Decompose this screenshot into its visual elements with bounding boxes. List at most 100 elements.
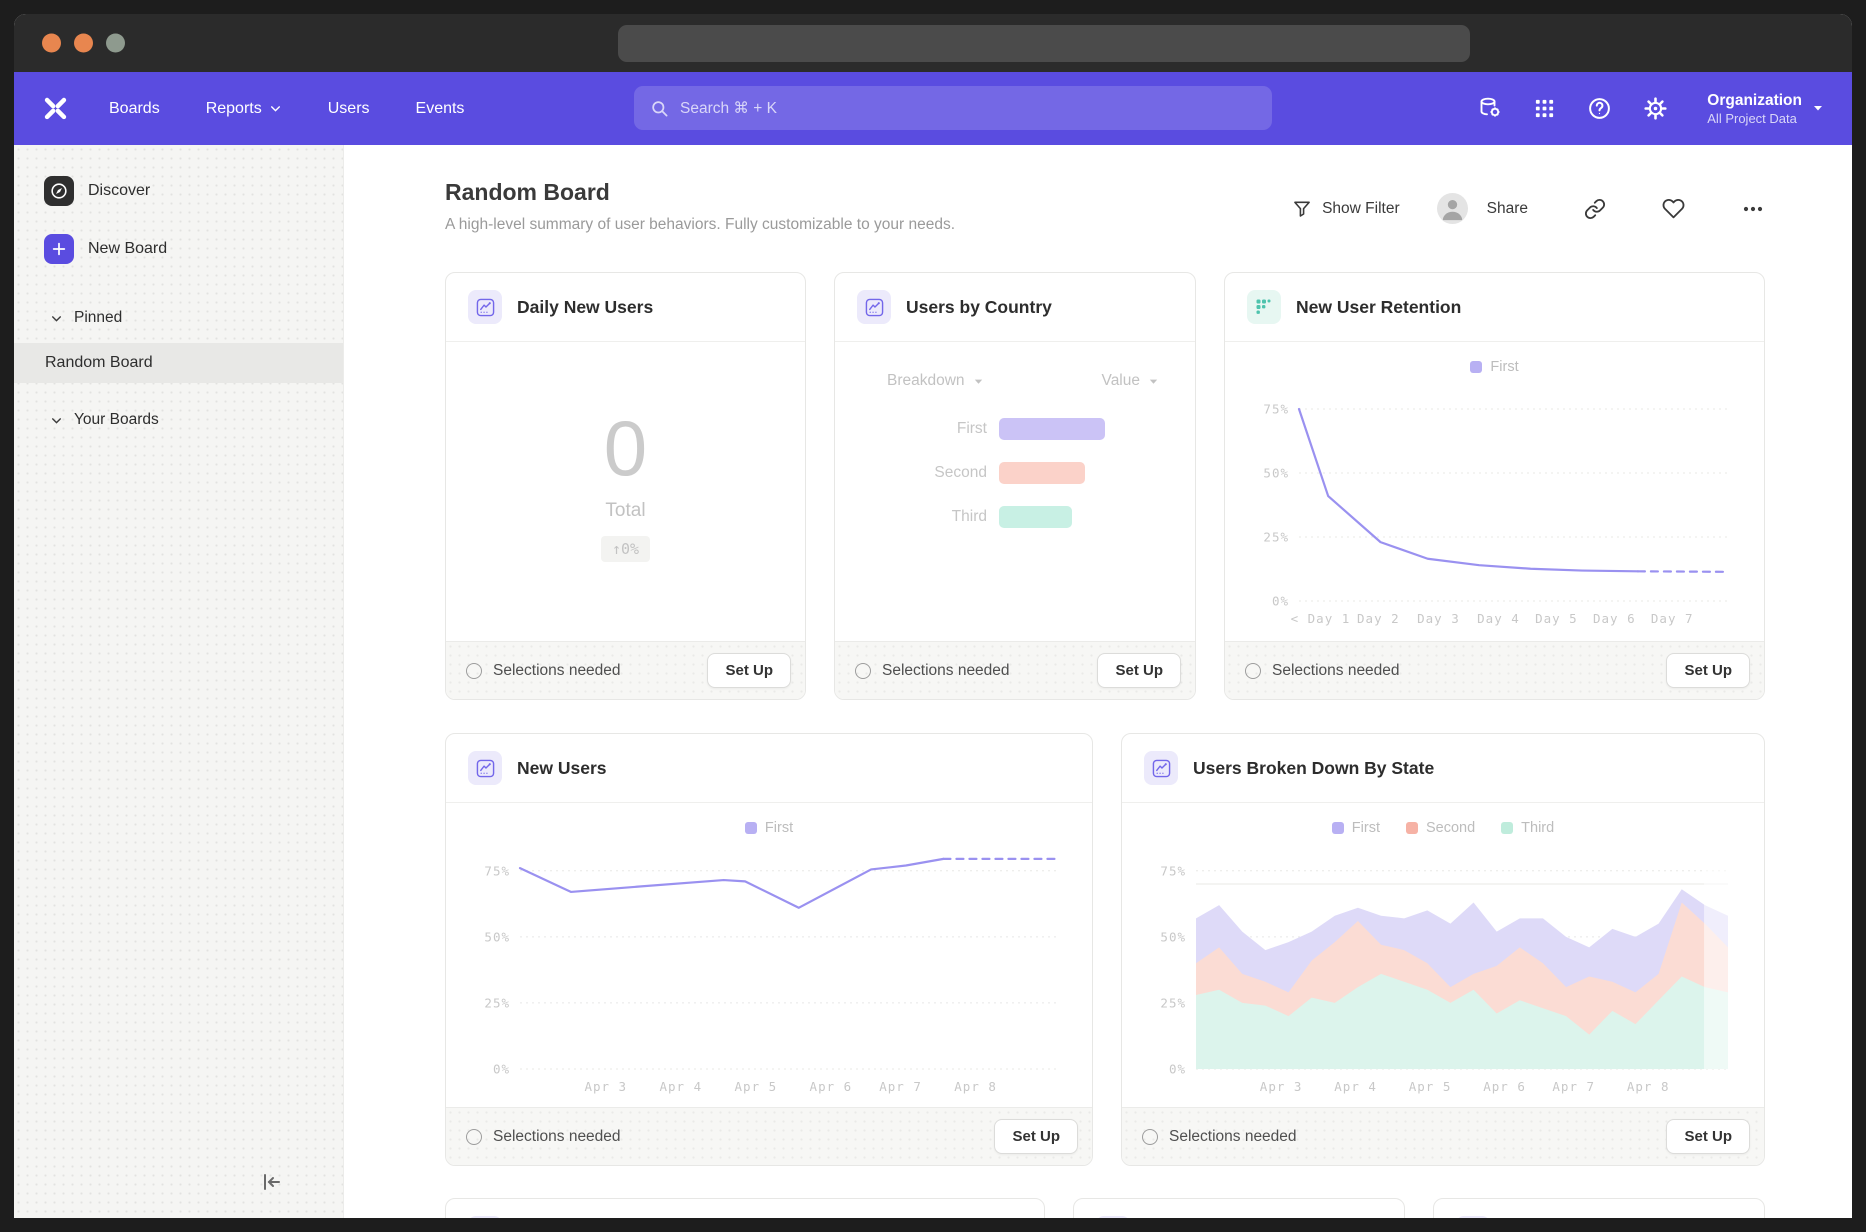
status-circle-icon <box>1142 1129 1158 1145</box>
card-stacked-line-graph: Stacked Line Graph <box>445 1198 1045 1218</box>
nav-item-users[interactable]: Users <box>328 100 370 118</box>
svg-text:Day 2: Day 2 <box>1357 611 1400 626</box>
status-circle-icon <box>466 663 482 679</box>
nav-item-events[interactable]: Events <box>416 100 465 118</box>
help-icon[interactable] <box>1587 96 1612 121</box>
browser-window: Boards Reports Users Events Search ⌘ + K <box>14 14 1852 1218</box>
minimize-window-button[interactable] <box>74 34 93 53</box>
share-button[interactable]: Share <box>1487 200 1528 218</box>
card-title: New Users <box>517 758 607 779</box>
svg-text:Apr 8: Apr 8 <box>954 1079 997 1094</box>
line-chart-icon <box>1096 1216 1130 1218</box>
apps-grid-icon[interactable] <box>1533 97 1556 120</box>
card-title: New User Retention <box>1296 297 1461 318</box>
chevron-down-icon <box>269 102 282 115</box>
plus-icon <box>44 234 74 264</box>
svg-text:Apr 7: Apr 7 <box>1552 1079 1595 1094</box>
retention-line-chart: 75%50%25%0%< Day 1Day 2Day 3Day 4Day 5Da… <box>1247 376 1742 631</box>
nav-item-reports[interactable]: Reports <box>206 100 282 118</box>
card-status: Selections needed <box>466 1128 621 1146</box>
svg-text:75%: 75% <box>1263 402 1289 417</box>
sidebar-item-new-board[interactable]: New Board <box>14 225 343 273</box>
set-up-button[interactable]: Set Up <box>1666 653 1750 688</box>
sidebar-item-discover[interactable]: Discover <box>14 167 343 215</box>
set-up-button[interactable]: Set Up <box>1097 653 1181 688</box>
window-titlebar <box>14 14 1852 72</box>
data-management-icon[interactable] <box>1478 96 1502 120</box>
search-input[interactable]: Search ⌘ + K <box>634 86 1272 130</box>
value-dropdown[interactable]: Value <box>1102 372 1160 390</box>
funnel-icon <box>1292 199 1312 219</box>
svg-text:Apr 4: Apr 4 <box>659 1079 702 1094</box>
svg-text:Day 7: Day 7 <box>1651 611 1694 626</box>
card-status: Selections needed <box>1245 662 1400 680</box>
sidebar-item-label: New Board <box>88 240 167 258</box>
settings-gear-icon[interactable] <box>1643 96 1668 121</box>
card-status: Selections needed <box>1142 1128 1297 1146</box>
top-navbar: Boards Reports Users Events Search ⌘ + K <box>14 72 1852 145</box>
more-options-icon[interactable] <box>1741 197 1765 221</box>
sidebar-section-pinned[interactable]: Pinned <box>14 299 343 337</box>
set-up-button[interactable]: Set Up <box>707 653 791 688</box>
nav-right-actions: Organization All Project Data <box>1478 91 1824 127</box>
favorite-heart-icon[interactable] <box>1662 197 1685 220</box>
card-title: Users by Country <box>906 297 1052 318</box>
sidebar-section-label: Your Boards <box>74 411 159 429</box>
chart-legend: First <box>1247 342 1742 376</box>
zoom-window-button[interactable] <box>106 34 125 53</box>
org-switcher[interactable]: Organization All Project Data <box>1707 91 1824 127</box>
svg-text:Day 5: Day 5 <box>1535 611 1578 626</box>
sidebar-item-random-board[interactable]: Random Board <box>14 343 343 383</box>
metric-delta-badge: ↑0% <box>601 536 650 562</box>
chart-legend: First <box>468 803 1070 837</box>
page-subtitle: A high-level summary of user behaviors. … <box>445 216 955 234</box>
svg-text:50%: 50% <box>484 929 510 944</box>
sidebar-section-label: Pinned <box>74 309 122 327</box>
svg-text:Apr 5: Apr 5 <box>735 1079 778 1094</box>
line-chart-icon <box>857 290 891 324</box>
svg-text:Apr 6: Apr 6 <box>1483 1079 1526 1094</box>
card-users-by-country: Users by Country Breakdown Value <box>834 272 1196 700</box>
app-body: Discover New Board Pinned Random Board Y… <box>14 145 1852 1218</box>
avatar[interactable] <box>1437 193 1468 224</box>
line-chart-icon <box>468 1216 502 1218</box>
legend-item: First <box>1332 820 1380 836</box>
state-stacked-area-chart: 75%50%25%0%Apr 3Apr 4Apr 5Apr 6Apr 7Apr … <box>1144 837 1742 1099</box>
legend-item: Third <box>1501 820 1554 836</box>
card-status: Selections needed <box>466 662 621 680</box>
card-users-by-state: Users Broken Down By State First S <box>1121 733 1765 1166</box>
close-window-button[interactable] <box>42 34 61 53</box>
bar-third <box>999 506 1072 528</box>
svg-text:25%: 25% <box>484 995 510 1010</box>
svg-text:25%: 25% <box>1160 995 1186 1010</box>
svg-text:Day 4: Day 4 <box>1477 611 1520 626</box>
traffic-lights <box>42 34 125 53</box>
nav-item-boards[interactable]: Boards <box>109 100 160 118</box>
breakdown-dropdown[interactable]: Breakdown <box>887 372 984 390</box>
bar-label: First <box>835 420 987 438</box>
copy-link-icon[interactable] <box>1584 198 1606 220</box>
set-up-button[interactable]: Set Up <box>994 1119 1078 1154</box>
status-circle-icon <box>855 663 871 679</box>
bar-label: Third <box>835 508 987 526</box>
bar-first <box>999 418 1105 440</box>
retention-dots-icon <box>1247 290 1281 324</box>
show-filter-button[interactable]: Show Filter <box>1292 199 1400 219</box>
mixpanel-logo-icon[interactable] <box>42 95 69 122</box>
legend-swatch <box>1501 822 1513 834</box>
svg-text:0%: 0% <box>1169 1062 1186 1077</box>
bar-second <box>999 462 1085 484</box>
country-bar-row: Second <box>835 462 1195 484</box>
card-daily-new-users: Daily New Users 0 Total ↑0% <box>445 272 806 700</box>
sidebar-item-label: Discover <box>88 182 150 200</box>
board-main: Random Board A high-level summary of use… <box>344 145 1852 1218</box>
sidebar-section-your-boards[interactable]: Your Boards <box>14 401 343 439</box>
set-up-button[interactable]: Set Up <box>1666 1119 1750 1154</box>
status-circle-icon <box>466 1129 482 1145</box>
svg-text:Apr 8: Apr 8 <box>1627 1079 1670 1094</box>
svg-text:0%: 0% <box>1272 594 1289 609</box>
chevron-down-icon <box>50 312 63 325</box>
address-bar[interactable] <box>618 25 1470 62</box>
country-bar-row: Third <box>835 506 1195 528</box>
collapse-sidebar-icon[interactable] <box>259 1170 283 1194</box>
